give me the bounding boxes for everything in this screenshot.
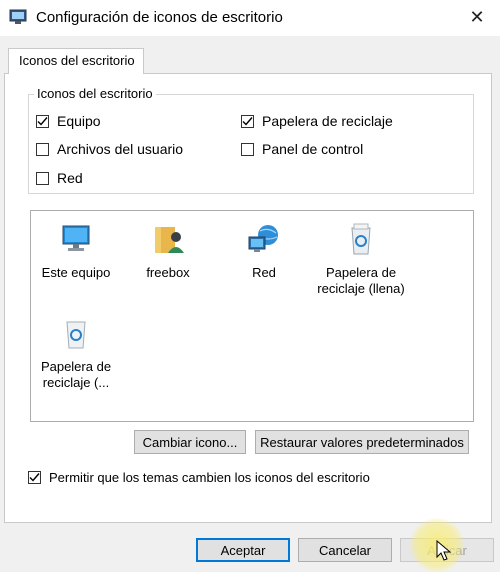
icon-list-view[interactable]: Este equipo freebox Red Papelera de reci…: [30, 210, 474, 422]
check-icon: [29, 473, 40, 482]
change-icon-button[interactable]: Cambiar icono...: [134, 430, 246, 454]
list-item-freebox[interactable]: freebox: [123, 221, 213, 281]
list-item-papelera-vacia[interactable]: Papelera de reciclaje (...: [31, 315, 121, 391]
tab-desktop-icons[interactable]: Iconos del escritorio: [8, 48, 144, 74]
display-settings-icon: [9, 9, 27, 24]
icon-label: freebox: [146, 265, 190, 280]
network-icon: [248, 225, 278, 252]
list-item-papelera-llena[interactable]: Papelera de reciclaje (llena): [311, 221, 411, 297]
accept-button[interactable]: Aceptar: [196, 538, 290, 562]
close-button[interactable]: ✕: [460, 2, 494, 32]
checkbox-label: Panel de control: [262, 141, 364, 157]
list-item-red[interactable]: Red: [219, 221, 309, 281]
checkbox-box[interactable]: [28, 471, 41, 484]
icon-label: Papelera de reciclaje (llena): [317, 265, 405, 296]
checkbox-box[interactable]: [36, 171, 49, 185]
checkbox-label: Equipo: [57, 113, 101, 129]
checkbox-panel-control[interactable]: Panel de control: [241, 141, 363, 157]
recycle-bin-full-icon: [351, 223, 371, 255]
checkbox-label: Archivos del usuario: [57, 141, 184, 157]
list-item-este-equipo[interactable]: Este equipo: [31, 221, 121, 281]
window-title: Configuración de iconos de escritorio: [36, 9, 283, 26]
icon-label: Papelera de reciclaje (...: [40, 359, 112, 390]
icon-label: Este equipo: [41, 265, 111, 280]
checkbox-box[interactable]: [241, 114, 254, 128]
checkbox-archivos-usuario[interactable]: Archivos del usuario: [36, 141, 183, 157]
checkbox-box[interactable]: [36, 114, 49, 128]
button-label: Aplicar: [427, 542, 467, 558]
checkbox-equipo[interactable]: Equipo: [36, 113, 101, 129]
checkbox-label: Permitir que los temas cambien los icono…: [49, 470, 370, 485]
checkbox-label: Papelera de reciclaje: [262, 113, 393, 129]
user-folder-icon: [155, 227, 184, 253]
tab-label: Iconos del escritorio: [19, 53, 135, 68]
checkbox-box[interactable]: [36, 142, 49, 156]
button-label: Cancelar: [318, 542, 372, 558]
close-icon: ✕: [469, 6, 485, 27]
button-label: Aceptar: [220, 542, 266, 558]
checkbox-label: Red: [57, 170, 83, 186]
checkbox-papelera[interactable]: Papelera de reciclaje: [241, 113, 393, 129]
apply-button[interactable]: Aplicar: [400, 538, 494, 562]
group-legend: Iconos del escritorio: [34, 86, 156, 101]
check-icon: [242, 116, 253, 126]
recycle-bin-empty-icon: [66, 321, 86, 349]
button-label: Cambiar icono...: [142, 434, 238, 450]
checkbox-allow-themes[interactable]: Permitir que los temas cambien los icono…: [28, 470, 370, 485]
title-bar: Configuración de iconos de escritorio ✕: [0, 0, 500, 36]
checkbox-red[interactable]: Red: [36, 170, 83, 186]
restore-defaults-button[interactable]: Restaurar valores predeterminados: [255, 430, 469, 454]
cancel-button[interactable]: Cancelar: [298, 538, 392, 562]
computer-icon: [62, 225, 90, 251]
button-label: Restaurar valores predeterminados: [260, 434, 464, 450]
icon-label: Red: [252, 265, 276, 280]
check-icon: [37, 116, 48, 126]
checkbox-box[interactable]: [241, 142, 254, 156]
